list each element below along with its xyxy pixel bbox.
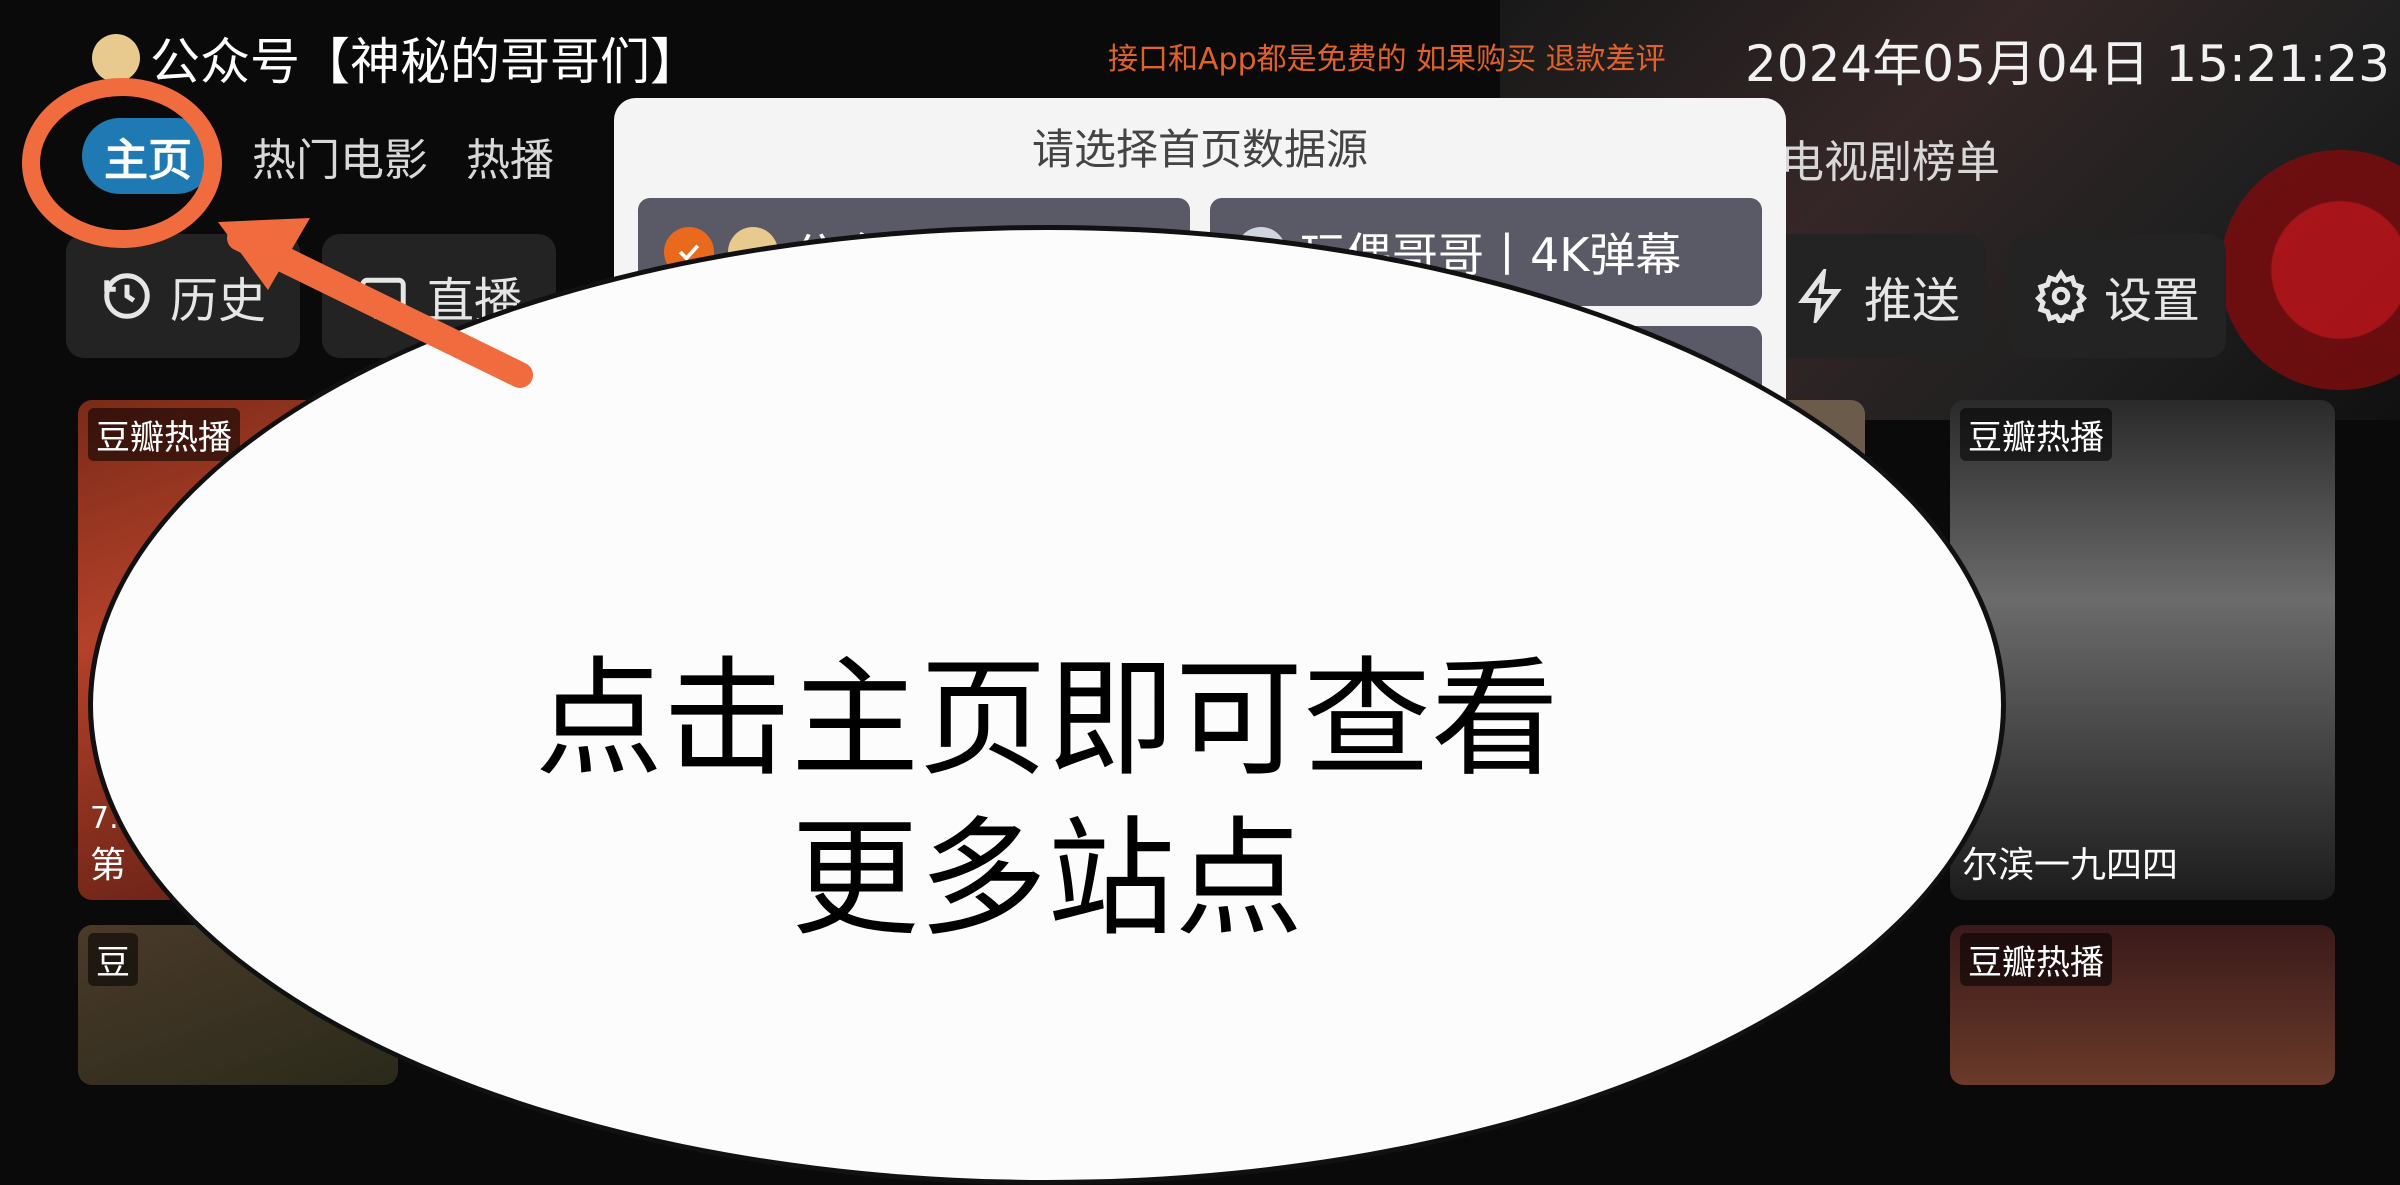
history-button[interactable]: 历史 [66,234,301,358]
tab-hot-movies[interactable]: 热门电影 [252,124,428,188]
gear-icon [2035,269,2088,323]
push-button[interactable]: 推送 [1768,234,1987,358]
push-label: 推送 [1864,273,1961,329]
movie-card[interactable]: 豆瓣热播 [1950,925,2335,1085]
toolbar-right: 推送 设置 [1768,234,2227,358]
dialog-title: 请选择首页数据源 [1031,125,1368,174]
tv-icon [360,277,406,319]
tutorial-text: 点击主页即可查看 更多站点 [88,640,2006,960]
history-label: 历史 [170,273,267,329]
datetime: 2024年05月04日 15:21:23 [1745,35,2390,93]
moon-icon [92,34,140,82]
settings-button[interactable]: 设置 [2008,234,2227,358]
brand-title: 公众号【神秘的哥哥们】 [150,33,700,91]
card-badge: 豆瓣热播 [88,408,240,461]
top-bar: 公众号【神秘的哥哥们】 接口和App都是免费的 如果购买 退款差评 2024年0… [0,0,2400,110]
lightning-icon [1798,269,1842,323]
tab-hot-shows[interactable]: 热播 [466,124,554,188]
free-notice: 接口和App都是免费的 如果购买 退款差评 [1108,42,1666,77]
history-icon [104,273,150,319]
highlight-ring [22,78,222,248]
movie-card[interactable]: 豆瓣热播 尔滨一九四四 [1950,400,2335,900]
tutorial-line-1: 点击主页即可查看 [534,645,1559,794]
settings-label: 设置 [2104,273,2201,329]
tutorial-line-2: 更多站点 [790,805,1303,954]
card-badge: 豆瓣热播 [1960,408,2112,461]
tab-tv-ranking[interactable]: 电视剧榜单 [1780,126,2000,190]
brand: 公众号【神秘的哥哥们】 [92,22,700,94]
